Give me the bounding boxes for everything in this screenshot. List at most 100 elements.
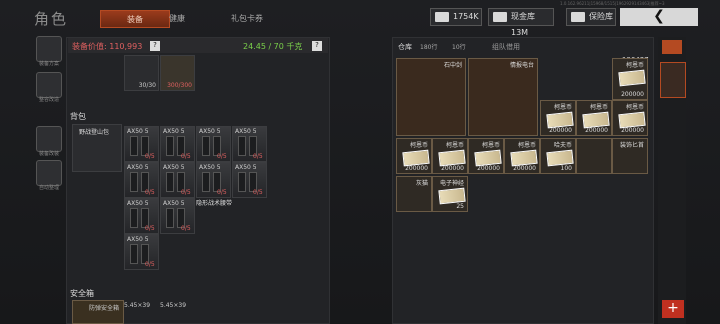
storage-item[interactable]: 柯恩币 200000 bbox=[432, 138, 468, 174]
banknote-icon bbox=[438, 187, 466, 205]
sidebar-label: 整容改造 bbox=[38, 97, 59, 103]
storage-slot-b: 10行 bbox=[452, 44, 466, 51]
add-icon[interactable]: + bbox=[662, 300, 684, 318]
storage-item[interactable]: 装饰匕首 bbox=[612, 138, 648, 174]
tab-gift-card[interactable]: 礼包卡券 bbox=[222, 10, 272, 28]
ammo-count: 0/5 bbox=[145, 189, 155, 196]
ammo-label: AX50 5 bbox=[199, 128, 221, 135]
storage-item[interactable]: 柯恩币 200000 bbox=[468, 138, 504, 174]
ammo-slot[interactable]: AX50 5 0/5 bbox=[232, 126, 267, 162]
storage-item[interactable]: 柯恩币 200000 bbox=[612, 58, 648, 100]
storage-item[interactable]: 情报电台 bbox=[468, 58, 538, 136]
money-display[interactable]: 1754K bbox=[430, 8, 482, 26]
ammo-label: AX50 5 bbox=[199, 164, 221, 171]
item-qty: 100 bbox=[560, 165, 572, 172]
safe-vault-button[interactable]: 保险库 bbox=[566, 8, 616, 26]
ammo-label: AX50 5 bbox=[163, 200, 185, 207]
cash-icon bbox=[493, 12, 507, 22]
money-value: 1754K bbox=[453, 12, 479, 21]
storage-item[interactable]: 柯恩币 200000 bbox=[612, 100, 648, 136]
ammo-slot[interactable]: AX50 5 0/5 bbox=[232, 162, 267, 198]
storage-item[interactable]: 柯恩币 200000 bbox=[504, 138, 540, 174]
item-qty: 200000 bbox=[513, 165, 536, 172]
ammo-slot[interactable]: AX50 5 0/5 bbox=[160, 162, 195, 198]
ammo-label: AX50 5 bbox=[127, 128, 149, 135]
item-name: 柯恩币 bbox=[517, 142, 536, 149]
storage-item[interactable]: 柯恩币 200000 bbox=[576, 100, 612, 136]
magazine-icon bbox=[238, 136, 246, 156]
ammo-slot[interactable]: AX50 5 0/5 bbox=[160, 198, 195, 234]
item-name: 柯恩币 bbox=[553, 104, 572, 111]
ammo-slot[interactable]: AX50 5 0/5 bbox=[196, 126, 231, 162]
safebox-slot[interactable]: 防弹安全箱 bbox=[72, 300, 124, 324]
equip-slot[interactable]: 300/300 bbox=[160, 55, 195, 91]
storage-item[interactable]: 电子神经 25 bbox=[432, 176, 468, 212]
cash-vault-button[interactable]: 现金库 13M bbox=[488, 8, 554, 37]
item-qty: 200000 bbox=[405, 165, 428, 172]
item-name: 哈夫币 bbox=[553, 142, 572, 149]
tab-health[interactable]: 健康 bbox=[152, 10, 202, 28]
magazine-icon bbox=[202, 136, 210, 156]
sidebar-label: 自动整理 bbox=[38, 185, 59, 191]
storage-item[interactable]: 柯恩币 200000 bbox=[540, 100, 576, 136]
ammo-slot[interactable]: AX50 5 0/5 bbox=[196, 162, 231, 198]
ammo-slot[interactable]: AX50 5 0/5 bbox=[124, 162, 159, 198]
storage-item[interactable]: 灰猫 bbox=[396, 176, 432, 212]
tab-team-borrow[interactable]: 组队借用 bbox=[492, 42, 520, 52]
magazine-icon bbox=[130, 208, 138, 228]
safebox-name: 防弹安全箱 bbox=[89, 305, 120, 312]
magazine-icon bbox=[166, 208, 174, 228]
auto-sort-icon[interactable] bbox=[36, 160, 62, 186]
item-name: 柯恩币 bbox=[625, 104, 644, 111]
storage-item[interactable]: 石中剑 bbox=[396, 58, 466, 136]
tab-storage[interactable]: 仓库 bbox=[398, 42, 412, 52]
gear-mod-icon[interactable] bbox=[36, 126, 62, 152]
plastic-surgery-icon[interactable] bbox=[36, 72, 62, 98]
banknote-icon bbox=[618, 69, 646, 87]
weight-help-icon[interactable]: ? bbox=[312, 41, 322, 51]
storage-item[interactable] bbox=[576, 138, 612, 174]
ammo-label: AX50 5 bbox=[235, 164, 257, 171]
equipment-value: 装备价值: 110,993 bbox=[72, 42, 143, 51]
backpack-slot[interactable]: 野战登山包 bbox=[72, 124, 122, 172]
ammo-slot[interactable]: AX50 5 0/5 bbox=[160, 126, 195, 162]
ammo-slot[interactable]: AX50 5 0/5 bbox=[124, 234, 159, 270]
item-qty: 200000 bbox=[585, 127, 608, 134]
banknote-icon bbox=[402, 149, 430, 167]
sidebar-label: 装备方案 bbox=[38, 61, 59, 67]
banknote-icon bbox=[438, 149, 466, 167]
ammo-count: 0/5 bbox=[145, 153, 155, 160]
item-qty: 200000 bbox=[621, 127, 644, 134]
banknote-icon bbox=[474, 149, 502, 167]
safebox-title: 安全箱 bbox=[70, 289, 94, 298]
ammo-count: 0/5 bbox=[217, 189, 227, 196]
item-name: 柯恩币 bbox=[589, 104, 608, 111]
cash-vault-label: 现金库 13M bbox=[511, 12, 535, 37]
item-name: 石中剑 bbox=[443, 62, 462, 69]
banknote-icon bbox=[618, 111, 646, 129]
ammo-count: 0/5 bbox=[253, 153, 263, 160]
magazine-icon bbox=[166, 172, 174, 192]
sort-icon[interactable] bbox=[662, 40, 682, 54]
category-all-tab[interactable] bbox=[660, 62, 686, 98]
game-inventory-screen: 角色 装备 健康 礼包卡券 1.0.162.96211|15968/1515|1… bbox=[0, 0, 720, 324]
equip-slot[interactable]: 30/30 bbox=[124, 55, 159, 91]
back-arrow-icon: ❮ bbox=[653, 8, 665, 24]
safebox-ammo[interactable]: 5.45×39 bbox=[160, 302, 186, 309]
ammo-slot[interactable]: AX50 5 0/5 bbox=[124, 126, 159, 162]
safebox-ammo[interactable]: 5.45×39 bbox=[124, 302, 150, 309]
back-button[interactable]: ❮ bbox=[620, 8, 698, 26]
ammo-count: 0/5 bbox=[253, 189, 263, 196]
banknote-icon bbox=[546, 111, 574, 129]
ammo-count: 0/5 bbox=[181, 153, 191, 160]
banknote-icon bbox=[582, 111, 610, 129]
page-title: 角色 bbox=[34, 10, 69, 28]
loadout-plan-icon[interactable] bbox=[36, 36, 62, 62]
help-icon[interactable]: ? bbox=[150, 41, 160, 51]
sidebar-label: 装备改装 bbox=[38, 151, 59, 157]
ammo-slot[interactable]: AX50 5 0/5 bbox=[124, 198, 159, 234]
ammo-count: 0/5 bbox=[145, 261, 155, 268]
storage-item[interactable]: 柯恩币 200000 bbox=[396, 138, 432, 174]
item-name: 柯恩币 bbox=[625, 62, 644, 69]
storage-item[interactable]: 哈夫币 100 bbox=[540, 138, 576, 174]
